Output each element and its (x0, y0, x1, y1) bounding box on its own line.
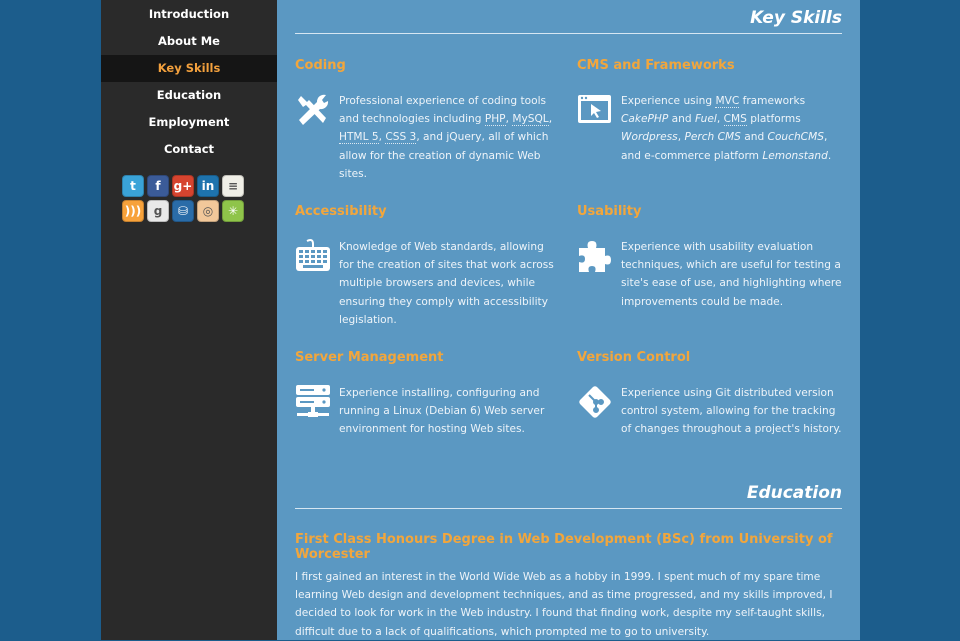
git-icon (579, 386, 611, 418)
abbr-mysql: MySQL (512, 113, 549, 127)
nav-key-skills[interactable]: Key Skills (101, 55, 277, 82)
skill-server-management: Server Management Experience installing,… (295, 350, 561, 435)
skill-coding: Coding Professional experience of coding… (295, 58, 561, 180)
nav-education[interactable]: Education (101, 82, 277, 109)
puzzle-piece-icon (579, 241, 611, 272)
skill-description: Experience using Git distributed version… (621, 387, 842, 436)
keyboard-icon (296, 239, 330, 271)
skill-version-control: Version Control Experience using Git dis… (577, 350, 843, 435)
sidebar: Introduction About Me Key Skills Educati… (101, 0, 277, 640)
openhub-icon[interactable]: ◎ (197, 200, 219, 222)
skill-usability: Usability Experience with usability eval… (577, 204, 843, 308)
degree-title: First Class Honours Degree in Web Develo… (295, 532, 833, 562)
abbr-html5: HTML 5 (339, 131, 379, 145)
browser-cursor-icon (578, 95, 611, 123)
linkedin-icon[interactable]: in (197, 175, 219, 197)
main-content: Key Skills Coding Professional experienc… (277, 0, 860, 640)
google-plus-icon[interactable]: g+ (172, 175, 194, 197)
facebook-icon[interactable]: f (147, 175, 169, 197)
key-skills-heading: Key Skills (295, 8, 842, 34)
nav-contact[interactable]: Contact (101, 136, 277, 163)
skill-description: Knowledge of Web standards, allowing for… (339, 241, 554, 326)
social-row: ))) g ⛁ ◎ ✳ (122, 200, 277, 222)
skill-title: Coding (295, 58, 346, 73)
wrench-screwdriver-icon (298, 94, 329, 125)
server-icon (296, 385, 330, 417)
skill-title: Accessibility (295, 204, 387, 219)
social-row: t f g+ in ≡ (122, 175, 277, 197)
abbr-css3: CSS 3 (385, 131, 417, 145)
skill-description: Experience using MVC frameworks CakePHP … (621, 95, 832, 162)
abbr-cms: CMS (723, 113, 747, 127)
skill-title: Usability (577, 204, 642, 219)
github-icon[interactable]: g (147, 200, 169, 222)
social-links: t f g+ in ≡ ))) g ⛁ ◎ ✳ (101, 175, 277, 222)
skill-accessibility: Accessibility Knowledge of Web standards… (295, 204, 561, 326)
abbr-mvc: MVC (715, 95, 740, 108)
nav-introduction[interactable]: Introduction (101, 1, 277, 28)
skill-description: Experience installing, configuring and r… (339, 387, 545, 436)
skill-title: Server Management (295, 350, 444, 365)
stackoverflow-icon[interactable]: ≡ (222, 175, 244, 197)
skill-title: CMS and Frameworks (577, 58, 735, 73)
rss-icon[interactable]: ))) (122, 200, 144, 222)
bitbucket-icon[interactable]: ⛁ (172, 200, 194, 222)
skill-description: Professional experience of coding tools … (339, 95, 553, 180)
nav-about-me[interactable]: About Me (101, 28, 277, 55)
lime-icon[interactable]: ✳ (222, 200, 244, 222)
skill-description: Experience with usability evaluation tec… (621, 241, 842, 308)
main-nav: Introduction About Me Key Skills Educati… (101, 1, 277, 163)
abbr-php: PHP (484, 113, 506, 127)
skill-cms: CMS and Frameworks Experience using MVC … (577, 58, 843, 162)
nav-employment[interactable]: Employment (101, 109, 277, 136)
education-heading: Education (295, 483, 842, 509)
education-text: I first gained an interest in the World … (295, 571, 833, 638)
twitter-icon[interactable]: t (122, 175, 144, 197)
skill-title: Version Control (577, 350, 691, 365)
